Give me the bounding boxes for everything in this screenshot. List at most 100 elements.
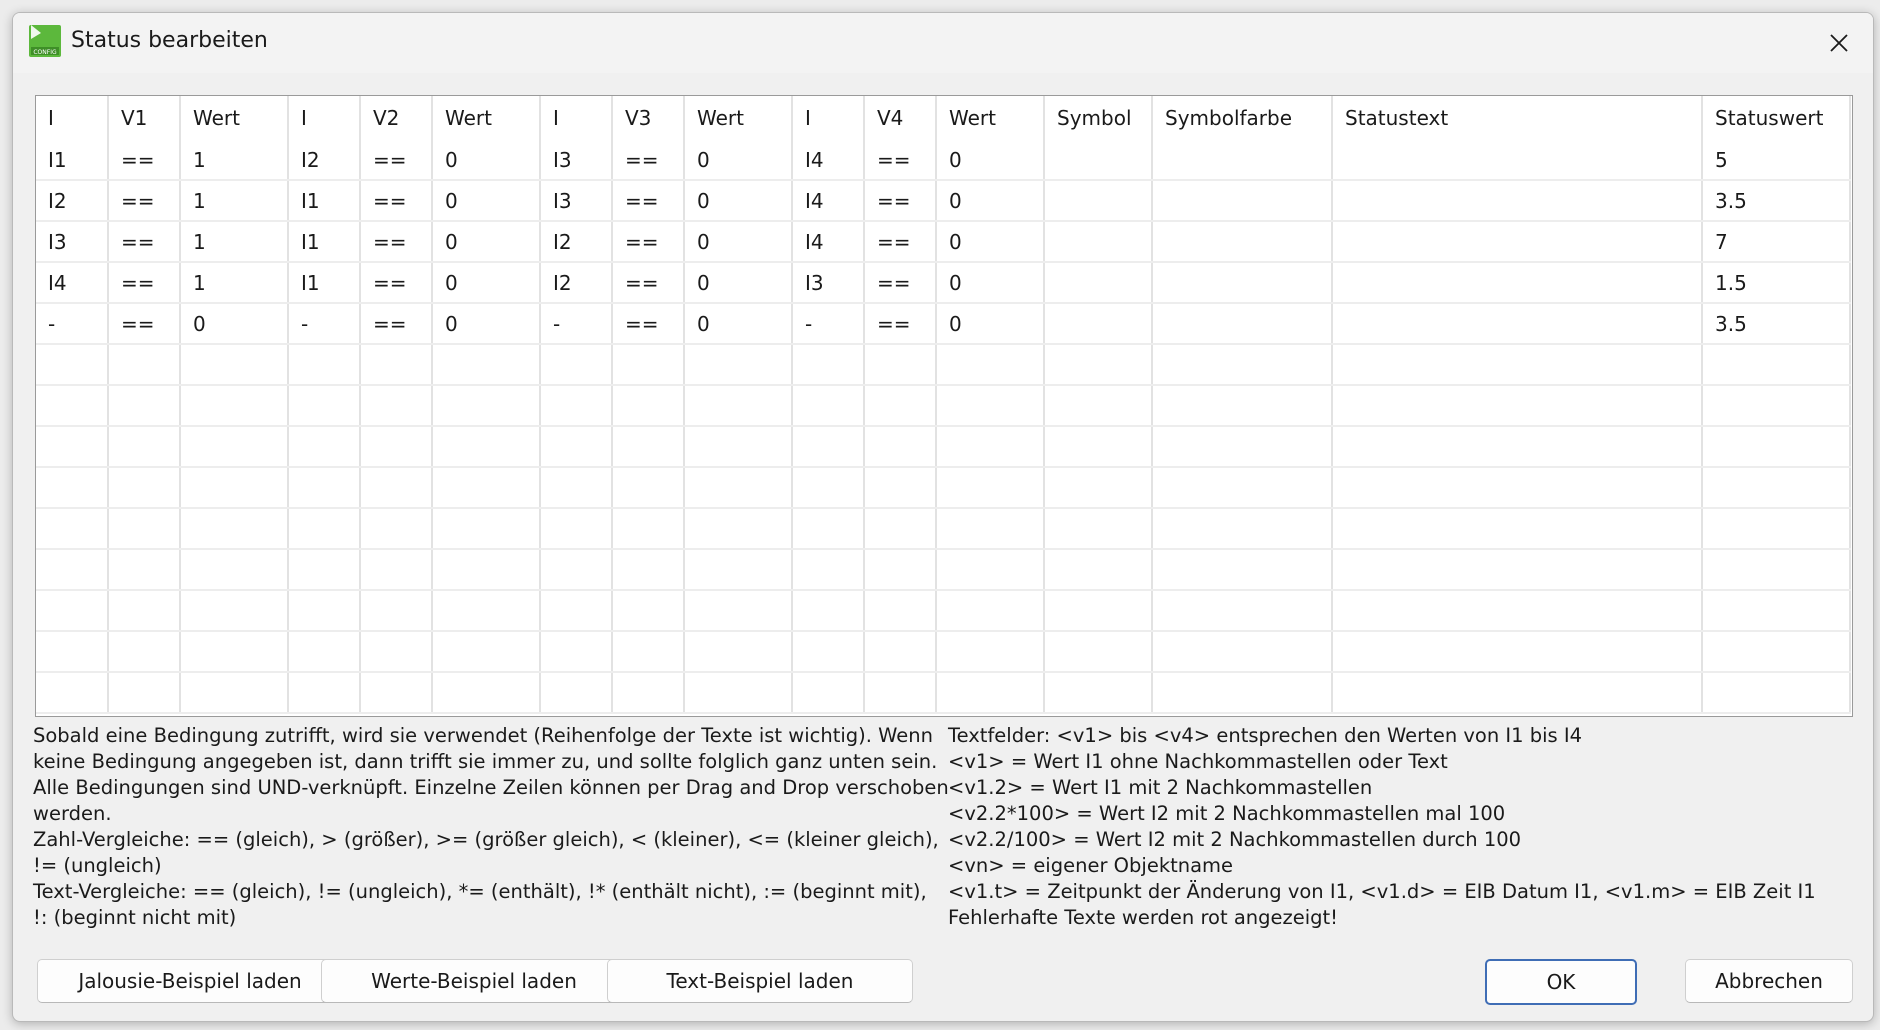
table-cell[interactable] xyxy=(180,508,289,550)
column-header[interactable]: Wert xyxy=(684,96,793,140)
ok-button[interactable]: OK xyxy=(1485,959,1637,1005)
column-header[interactable]: I xyxy=(540,96,613,140)
table-cell[interactable] xyxy=(684,426,793,468)
table-cell[interactable] xyxy=(1702,467,1851,509)
load-text-example-button[interactable]: Text-Beispiel laden xyxy=(607,959,913,1003)
table-cell[interactable]: I2 xyxy=(288,140,361,181)
table-cell[interactable] xyxy=(936,508,1045,550)
table-cell[interactable] xyxy=(684,549,793,591)
table-cell[interactable] xyxy=(1702,344,1851,386)
table-cell[interactable] xyxy=(1702,672,1851,714)
table-cell[interactable]: - xyxy=(792,303,865,345)
table-cell[interactable] xyxy=(684,344,793,386)
table-cell[interactable]: I2 xyxy=(540,262,613,304)
table-cell[interactable] xyxy=(792,590,865,632)
table-cell[interactable]: == xyxy=(360,262,433,304)
table-cell[interactable] xyxy=(360,590,433,632)
load-values-example-button[interactable]: Werte-Beispiel laden xyxy=(321,959,627,1003)
table-cell[interactable]: 0 xyxy=(432,140,541,181)
table-cell[interactable] xyxy=(1044,221,1153,263)
table-cell[interactable] xyxy=(540,631,613,673)
table-cell[interactable]: I3 xyxy=(540,180,613,222)
table-cell[interactable] xyxy=(1332,180,1703,222)
table-cell[interactable] xyxy=(612,426,685,468)
table-cell[interactable] xyxy=(936,590,1045,632)
table-cell[interactable]: 0 xyxy=(936,180,1045,222)
table-cell[interactable] xyxy=(108,385,181,427)
table-cell[interactable] xyxy=(1332,426,1703,468)
table-cell[interactable] xyxy=(540,672,613,714)
table-cell[interactable] xyxy=(360,385,433,427)
table-cell[interactable] xyxy=(1332,344,1703,386)
table-cell[interactable] xyxy=(180,631,289,673)
table-cell[interactable] xyxy=(612,508,685,550)
table-cell[interactable] xyxy=(684,590,793,632)
table-cell[interactable] xyxy=(1702,385,1851,427)
table-cell[interactable] xyxy=(432,590,541,632)
table-cell[interactable]: == xyxy=(864,303,937,345)
load-jalousie-example-button[interactable]: Jalousie-Beispiel laden xyxy=(37,959,343,1003)
table-cell[interactable]: == xyxy=(108,140,181,181)
table-cell[interactable] xyxy=(36,426,109,468)
table-cell[interactable] xyxy=(1702,549,1851,591)
table-row[interactable]: - == 0- == 0- == 0- == 0 3.5 xyxy=(36,303,1851,345)
table-cell[interactable] xyxy=(360,508,433,550)
table-cell[interactable] xyxy=(1702,508,1851,550)
table-cell[interactable] xyxy=(612,590,685,632)
table-cell[interactable] xyxy=(180,549,289,591)
table-cell[interactable]: 3.5 xyxy=(1702,303,1851,345)
table-cell[interactable] xyxy=(1044,672,1153,714)
table-cell[interactable] xyxy=(684,672,793,714)
table-cell[interactable] xyxy=(864,385,937,427)
table-cell[interactable] xyxy=(1044,303,1153,345)
table-cell[interactable] xyxy=(36,344,109,386)
table-cell[interactable] xyxy=(360,631,433,673)
table-cell[interactable] xyxy=(432,467,541,509)
table-cell[interactable]: 0 xyxy=(936,221,1045,263)
column-header[interactable]: V2 xyxy=(360,96,433,140)
table-cell[interactable]: == xyxy=(612,221,685,263)
table-row[interactable]: I3 == 1 I1 == 0 I2 == 0 I4 == 0 7 xyxy=(36,221,1851,263)
table-cell[interactable] xyxy=(864,590,937,632)
column-header[interactable]: I xyxy=(36,96,109,140)
table-cell[interactable] xyxy=(684,385,793,427)
table-row[interactable] xyxy=(36,385,1851,427)
table-cell[interactable]: I3 xyxy=(540,140,613,181)
column-header[interactable]: V3 xyxy=(612,96,685,140)
table-cell[interactable] xyxy=(1152,426,1333,468)
table-cell[interactable] xyxy=(540,549,613,591)
table-cell[interactable]: 1 xyxy=(180,221,289,263)
table-cell[interactable] xyxy=(1152,344,1333,386)
table-cell[interactable] xyxy=(108,590,181,632)
table-cell[interactable]: == xyxy=(864,221,937,263)
table-cell[interactable] xyxy=(936,631,1045,673)
table-cell[interactable] xyxy=(1044,508,1153,550)
table-cell[interactable]: 0 xyxy=(180,303,289,345)
column-header[interactable]: V4 xyxy=(864,96,937,140)
table-cell[interactable]: == xyxy=(108,262,181,304)
table-cell[interactable] xyxy=(360,467,433,509)
table-cell[interactable]: 0 xyxy=(936,303,1045,345)
table-cell[interactable]: 1 xyxy=(180,180,289,222)
column-header[interactable]: Statuswert xyxy=(1702,96,1851,140)
table-cell[interactable] xyxy=(1044,140,1153,181)
table-cell[interactable] xyxy=(1332,590,1703,632)
table-cell[interactable] xyxy=(612,385,685,427)
table-cell[interactable]: == xyxy=(864,140,937,181)
table-cell[interactable]: I1 xyxy=(288,262,361,304)
table-cell[interactable] xyxy=(36,590,109,632)
table-cell[interactable] xyxy=(288,549,361,591)
table-row[interactable] xyxy=(36,549,1851,591)
column-header[interactable]: V1 xyxy=(108,96,181,140)
table-cell[interactable] xyxy=(1332,221,1703,263)
table-cell[interactable] xyxy=(1152,180,1333,222)
table-cell[interactable] xyxy=(180,467,289,509)
table-cell[interactable] xyxy=(1044,549,1153,591)
table-cell[interactable] xyxy=(360,426,433,468)
table-cell[interactable] xyxy=(612,549,685,591)
status-table[interactable]: I V1 Wert I V2 Wert I V3 Wert I V4 Wert Symbol Symbol… xyxy=(35,95,1853,717)
table-row[interactable] xyxy=(36,508,1851,550)
table-cell[interactable] xyxy=(1332,549,1703,591)
table-cell[interactable] xyxy=(540,590,613,632)
table-cell[interactable] xyxy=(1044,467,1153,509)
